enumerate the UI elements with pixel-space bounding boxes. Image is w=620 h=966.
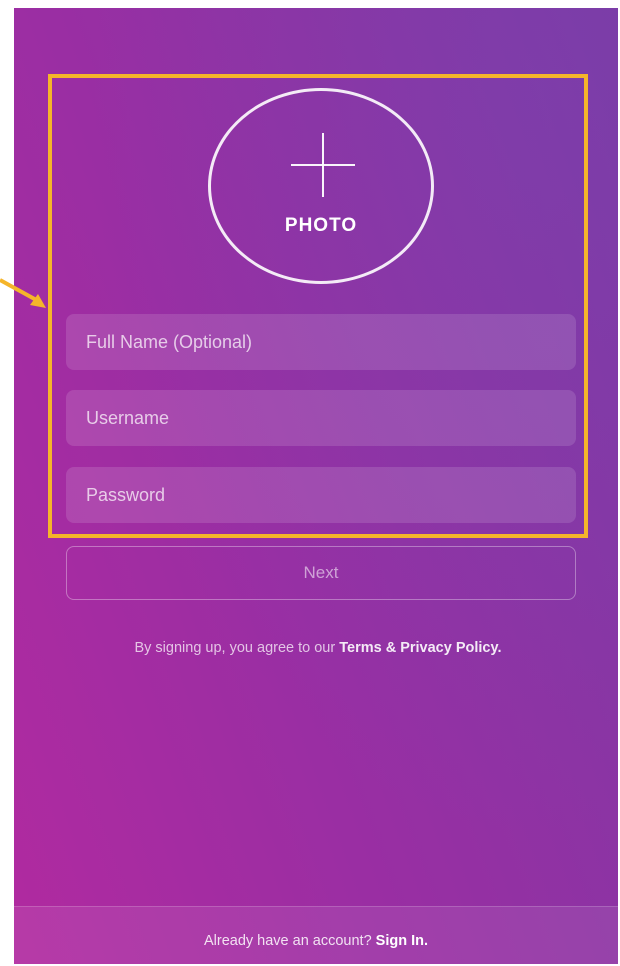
terms-text: By signing up, you agree to our Terms & … [0,640,620,656]
sign-in-link[interactable]: Sign In. [376,933,428,949]
next-button[interactable]: Next [66,546,576,600]
signin-footer: Already have an account? Sign In. [14,906,618,965]
add-photo-button[interactable]: PHOTO [208,88,434,284]
password-field[interactable] [66,467,576,523]
username-input[interactable] [66,390,576,446]
signin-text: Already have an account? Sign In. [14,933,618,949]
plus-icon [291,133,355,197]
full-name-field[interactable] [66,314,576,370]
photo-label: PHOTO [284,215,358,236]
signin-prefix: Already have an account? [203,933,376,949]
full-name-input[interactable] [66,314,576,370]
terms-privacy-link[interactable]: Terms & Privacy Policy. [339,640,501,656]
username-field[interactable] [66,390,576,446]
annotation-arrow-icon [0,278,46,308]
password-input[interactable] [66,467,576,523]
terms-prefix: By signing up, you agree to our [134,640,340,656]
